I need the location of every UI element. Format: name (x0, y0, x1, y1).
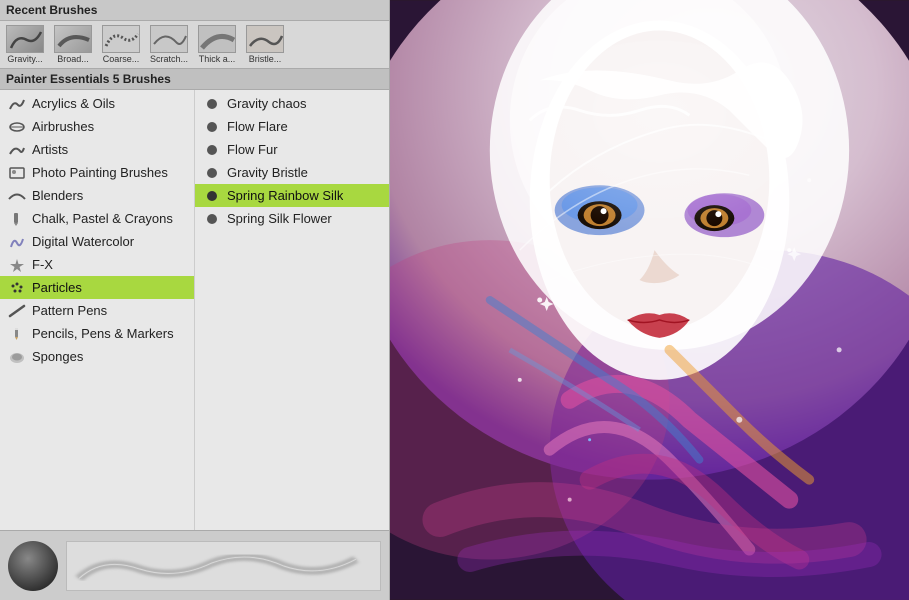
brush-item-chalk[interactable]: Chalk, Pastel & Crayons (0, 207, 194, 230)
brush-item-label-spring-rainbow-silk: Spring Rainbow Silk (227, 188, 343, 203)
fx-icon (8, 258, 26, 272)
brush-item-acrylics[interactable]: Acrylics & Oils (0, 92, 194, 115)
blenders-icon (8, 189, 26, 203)
spring-rainbow-silk-icon (203, 189, 221, 203)
app-container: Recent Brushes Gravity... Broad... Coars… (0, 0, 909, 600)
brush-item-label-gravity-bristle: Gravity Bristle (227, 165, 308, 180)
flow-flare-icon (203, 120, 221, 134)
right-panel (390, 0, 909, 600)
brush-item-label-acrylics: Acrylics & Oils (32, 96, 115, 111)
brush-item-spring-silk-flower[interactable]: Spring Silk Flower (195, 207, 389, 230)
flow-fur-icon (203, 143, 221, 157)
recent-brush-thumb-4[interactable]: Scratch... (148, 25, 190, 64)
brush-item-flow-flare[interactable]: Flow Flare (195, 115, 389, 138)
brush-item-fx[interactable]: F-X (0, 253, 194, 276)
photo-painting-icon (8, 166, 26, 180)
pencils-icon (8, 327, 26, 341)
recent-brush-thumb-5[interactable]: Thick a... (196, 25, 238, 64)
brush-col-right: Gravity chaos Flow Flare Flow Fur (195, 90, 389, 530)
brush-item-label-artists: Artists (32, 142, 68, 157)
recent-brush-label-2: Broad... (52, 54, 94, 64)
pattern-pens-icon (8, 304, 26, 318)
gravity-bristle-icon (203, 166, 221, 180)
brush-item-blenders[interactable]: Blenders (0, 184, 194, 207)
brush-item-artists[interactable]: Artists (0, 138, 194, 161)
brush-item-label-photo-painting: Photo Painting Brushes (32, 165, 168, 180)
digital-watercolor-icon (8, 235, 26, 249)
brush-item-label-flow-fur: Flow Fur (227, 142, 278, 157)
recent-brush-label-6: Bristle... (244, 54, 286, 64)
recent-brush-thumb-3[interactable]: Coarse... (100, 25, 142, 64)
sponges-icon (8, 350, 26, 364)
acrylics-icon (8, 97, 26, 111)
brush-item-label-blenders: Blenders (32, 188, 83, 203)
brush-item-label-sponges: Sponges (32, 349, 83, 364)
spring-silk-flower-icon (203, 212, 221, 226)
brush-preview-bar (0, 530, 389, 600)
brush-item-label-chalk: Chalk, Pastel & Crayons (32, 211, 173, 226)
brush-stroke-preview (66, 541, 381, 591)
airbrushes-icon (8, 120, 26, 134)
recent-brushes-header: Recent Brushes (0, 0, 389, 21)
brush-item-flow-fur[interactable]: Flow Fur (195, 138, 389, 161)
brush-item-label-gravity-chaos: Gravity chaos (227, 96, 306, 111)
recent-brushes-row: Gravity... Broad... Coarse... Scratch... (0, 21, 389, 69)
pe-brushes-header: Painter Essentials 5 Brushes (0, 69, 389, 90)
brush-item-gravity-chaos[interactable]: Gravity chaos (195, 92, 389, 115)
brush-item-pencils[interactable]: Pencils, Pens & Markers (0, 322, 194, 345)
artists-icon (8, 143, 26, 157)
brush-item-label-airbrushes: Airbrushes (32, 119, 94, 134)
recent-brush-label-1: Gravity... (4, 54, 46, 64)
brush-item-spring-rainbow-silk[interactable]: Spring Rainbow Silk (195, 184, 389, 207)
brush-item-sponges[interactable]: Sponges (0, 345, 194, 368)
brush-item-digital-watercolor[interactable]: Digital Watercolor (0, 230, 194, 253)
gravity-chaos-icon (203, 97, 221, 111)
brush-item-label-flow-flare: Flow Flare (227, 119, 288, 134)
brush-item-airbrushes[interactable]: Airbrushes (0, 115, 194, 138)
recent-brush-thumb-2[interactable]: Broad... (52, 25, 94, 64)
brush-item-label-particles: Particles (32, 280, 82, 295)
left-panel: Recent Brushes Gravity... Broad... Coars… (0, 0, 390, 600)
brush-list-container: Acrylics & Oils Airbrushes Artists (0, 90, 389, 530)
brush-item-label-digital-watercolor: Digital Watercolor (32, 234, 134, 249)
brush-item-label-pattern-pens: Pattern Pens (32, 303, 107, 318)
brush-item-gravity-bristle[interactable]: Gravity Bristle (195, 161, 389, 184)
brush-item-particles[interactable]: Particles (0, 276, 194, 299)
artwork-canvas[interactable] (390, 0, 909, 600)
brush-item-label-pencils: Pencils, Pens & Markers (32, 326, 174, 341)
recent-brush-label-3: Coarse... (100, 54, 142, 64)
brush-col-left: Acrylics & Oils Airbrushes Artists (0, 90, 195, 530)
recent-brush-label-4: Scratch... (148, 54, 190, 64)
brush-item-pattern-pens[interactable]: Pattern Pens (0, 299, 194, 322)
recent-brush-thumb-6[interactable]: Bristle... (244, 25, 286, 64)
brush-item-label-fx: F-X (32, 257, 53, 272)
brush-item-label-spring-silk-flower: Spring Silk Flower (227, 211, 332, 226)
recent-brush-thumb-1[interactable]: Gravity... (4, 25, 46, 64)
particles-icon (8, 281, 26, 295)
brush-size-preview (8, 541, 58, 591)
brush-item-photo-painting[interactable]: Photo Painting Brushes (0, 161, 194, 184)
chalk-icon (8, 212, 26, 226)
recent-brush-label-5: Thick a... (196, 54, 238, 64)
